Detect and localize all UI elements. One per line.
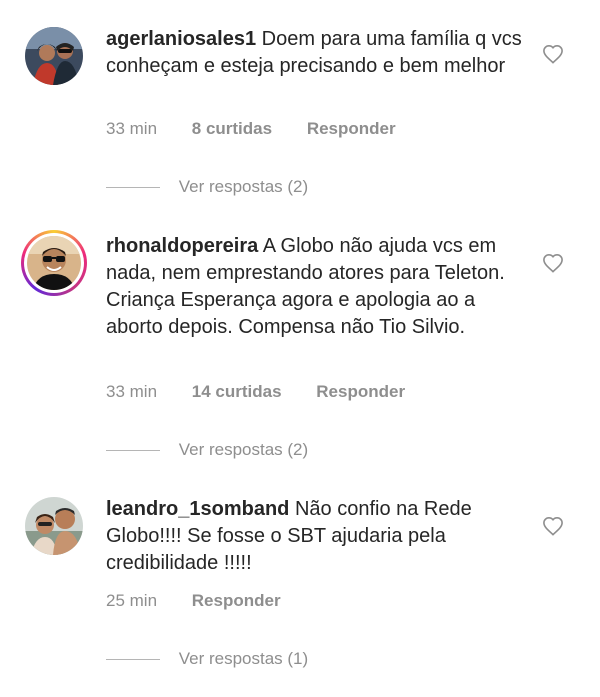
view-replies[interactable]: Ver respostas (1) xyxy=(106,649,308,669)
comment-body: agerlaniosales1 Doem para uma família q … xyxy=(106,26,536,80)
divider xyxy=(106,187,160,189)
view-replies[interactable]: Ver respostas (2) xyxy=(106,177,308,197)
reply-button[interactable]: Responder xyxy=(316,382,405,401)
story-ring xyxy=(24,233,84,293)
avatar-photo xyxy=(25,497,83,555)
comment-time: 25 min xyxy=(106,591,158,610)
avatar-photo xyxy=(27,236,81,290)
avatar[interactable] xyxy=(25,27,83,85)
divider xyxy=(106,450,160,452)
comment-time: 33 min xyxy=(106,119,158,138)
divider xyxy=(106,659,160,661)
avatar[interactable] xyxy=(25,497,83,555)
heart-icon[interactable] xyxy=(542,44,564,64)
comment-body: leandro_1somband Não confio na Rede Glob… xyxy=(106,496,536,577)
comment-username[interactable]: rhonaldopereira xyxy=(106,235,258,257)
avatar-photo xyxy=(25,27,83,85)
avatar[interactable] xyxy=(21,230,87,296)
view-replies-label[interactable]: Ver respostas (1) xyxy=(179,649,308,668)
heart-icon[interactable] xyxy=(542,253,564,273)
reply-button[interactable]: Responder xyxy=(192,591,281,610)
comment-likes[interactable]: 8 curtidas xyxy=(192,119,272,138)
heart-icon[interactable] xyxy=(542,516,564,536)
view-replies-label[interactable]: Ver respostas (2) xyxy=(179,440,308,459)
comment-body: rhonaldopereira A Globo não ajuda vcs em… xyxy=(106,233,536,341)
view-replies-label[interactable]: Ver respostas (2) xyxy=(179,177,308,196)
view-replies[interactable]: Ver respostas (2) xyxy=(106,440,308,460)
reply-button[interactable]: Responder xyxy=(307,119,396,138)
comment-meta: 25 min Responder xyxy=(106,591,311,611)
comment-username[interactable]: agerlaniosales1 xyxy=(106,28,256,50)
comment-likes[interactable]: 14 curtidas xyxy=(192,382,282,401)
comment-meta: 33 min 14 curtidas Responder xyxy=(106,382,435,402)
comment-time: 33 min xyxy=(106,382,158,401)
comment-meta: 33 min 8 curtidas Responder xyxy=(106,119,426,139)
comment-username[interactable]: leandro_1somband xyxy=(106,498,289,520)
